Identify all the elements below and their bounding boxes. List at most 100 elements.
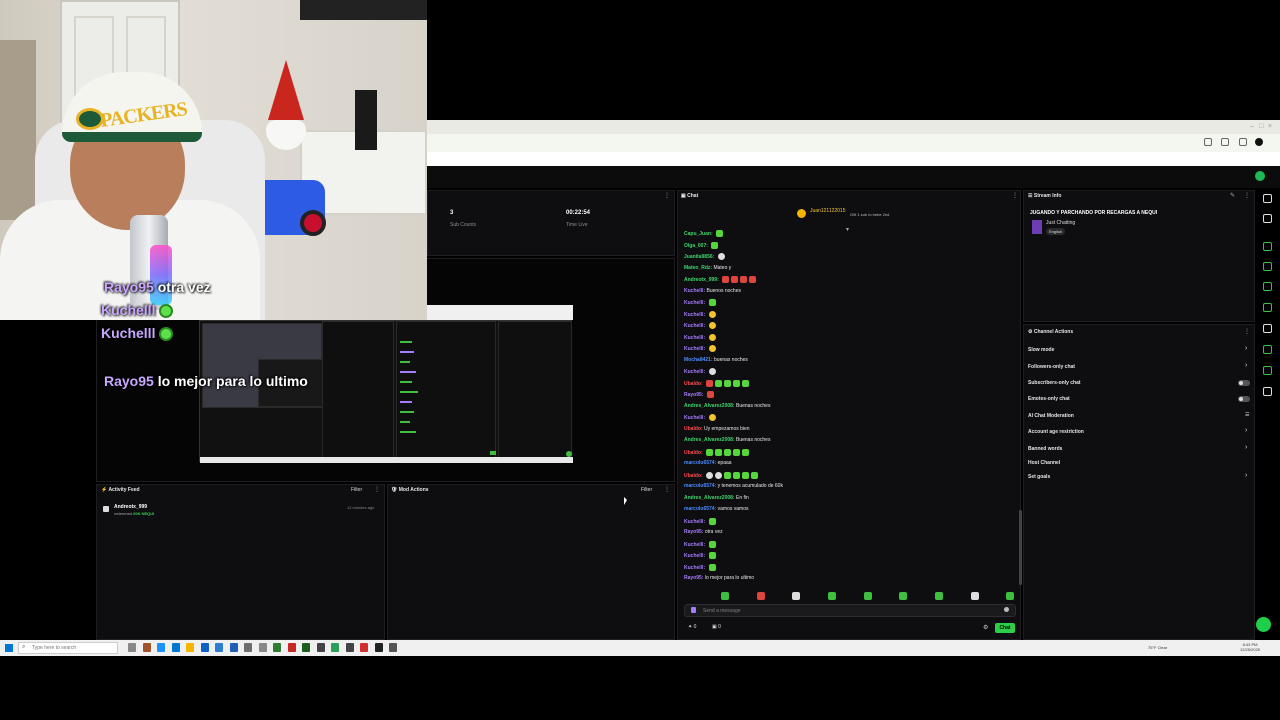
chat-message[interactable]: Ubaldo: [684, 379, 749, 387]
taskbar-app-icon[interactable] [128, 643, 136, 652]
chat-message[interactable]: Kuchelll: [684, 563, 716, 571]
chat-username[interactable]: Andres_Alvarez2008: [684, 403, 736, 409]
chat-message[interactable]: Kuchelll: [684, 310, 716, 318]
taskbar-app-icon[interactable] [389, 643, 397, 652]
channel-actions-menu-icon[interactable]: ⋮ [1244, 328, 1250, 335]
channel-action-item[interactable]: Followers-only chat [1028, 364, 1075, 370]
stream-category[interactable]: Just Chatting [1046, 220, 1075, 226]
maximize-button[interactable]: □ [1259, 123, 1263, 130]
chat-username[interactable]: marcolu6574: [684, 483, 718, 489]
chat-username[interactable]: Kuchelll: [684, 323, 707, 329]
taskbar-app-icon[interactable] [273, 643, 281, 652]
edit-stream-info-icon[interactable]: ✎ [1230, 192, 1235, 199]
chat-message[interactable]: Rayo95: lo mejor para lo ultimo [684, 575, 754, 581]
activity-item-name[interactable]: Andreotx_999 [114, 504, 147, 510]
chat-username[interactable]: Juanita9856: [684, 254, 716, 260]
chevron-right-icon[interactable]: › [1245, 345, 1247, 352]
chat-username[interactable]: Olga_007: [684, 242, 709, 248]
quick-emote-icon[interactable] [935, 592, 943, 600]
chat-scrollbar[interactable] [1019, 510, 1022, 585]
minimize-button[interactable]: – [1250, 123, 1254, 130]
chat-message[interactable]: Kuchelll: [684, 414, 716, 421]
taskbar-app-icon[interactable] [186, 643, 194, 652]
rail-chat-icon[interactable] [1263, 303, 1272, 312]
chat-username[interactable]: Kuchelll: [684, 415, 707, 421]
start-button[interactable] [5, 644, 13, 652]
stats-menu-icon[interactable]: ⋮ [664, 192, 670, 199]
chat-badge-icon[interactable] [691, 607, 696, 613]
quick-emote-icon[interactable] [828, 592, 836, 600]
taskbar-app-icon[interactable] [360, 643, 368, 652]
chevron-right-icon[interactable]: › [1245, 427, 1247, 434]
chat-message[interactable]: Andres_Alvarez2008: Buenas noches [684, 437, 770, 443]
taskbar-app-icon[interactable] [200, 643, 209, 652]
rail-clip-icon[interactable] [1263, 282, 1272, 291]
taskbar-weather[interactable]: 75°F Clear [1148, 645, 1167, 650]
chat-message[interactable]: Andres_Alvarez2008: En fin [684, 495, 749, 501]
chevron-right-icon[interactable]: › [1245, 444, 1247, 451]
chat-message[interactable]: Kuchelll: [684, 322, 716, 329]
chat-message[interactable]: Mateo_Rdz: Mateo y [684, 265, 731, 271]
user-avatar[interactable] [1255, 171, 1265, 181]
toggle-switch[interactable] [1238, 380, 1250, 386]
taskbar-app-icon[interactable] [258, 643, 267, 652]
chat-message[interactable]: Kuchelll: [684, 540, 716, 548]
taskbar-app-icon[interactable] [302, 643, 310, 652]
extensions-icon[interactable] [1221, 138, 1229, 146]
chat-message[interactable]: Kuchelll: [684, 552, 716, 559]
chat-username[interactable]: Kuchelll: [684, 369, 707, 375]
chat-message[interactable]: marcolu6574: epaaa [684, 460, 732, 466]
profile-avatar[interactable] [1255, 138, 1263, 146]
chat-message[interactable]: Olga_007: [684, 241, 719, 249]
emote-picker-icon[interactable] [1004, 607, 1009, 612]
channel-action-item[interactable]: Host Channel [1028, 460, 1060, 466]
rail-shield-icon[interactable] [1263, 242, 1272, 251]
taskbar-app-icon[interactable] [345, 643, 354, 652]
chat-username[interactable]: marcolu6574: [684, 460, 718, 466]
chat-message[interactable]: Kuchelll: [684, 368, 716, 375]
bookmark-icon[interactable] [1204, 138, 1212, 146]
chat-message[interactable]: Kuchelll: Buenos noches [684, 288, 741, 294]
chat-username[interactable]: Ubaldo: [684, 380, 704, 386]
quick-emote-icon[interactable] [971, 592, 979, 600]
rail-bolt-icon[interactable] [1263, 262, 1272, 271]
chat-username[interactable]: Ubaldo: [684, 426, 704, 432]
taskbar-app-icon[interactable] [142, 643, 151, 652]
quick-emote-icon[interactable] [1006, 592, 1014, 600]
pinned-user[interactable]: Juan121122015 [810, 208, 846, 214]
rail-layout-icon[interactable] [1263, 345, 1272, 354]
chat-message[interactable]: Rayo95: [684, 391, 714, 398]
taskbar-clock[interactable]: 8:43 PM 12/25/2025 [1240, 642, 1260, 652]
chat-message[interactable]: Kuchelll: [684, 345, 716, 352]
chat-message[interactable]: Andres_Alvarez2008: Buenas noches [684, 403, 770, 409]
chat-message[interactable]: Mocha8421: buenas noches [684, 357, 748, 363]
taskbar-app-icon[interactable] [287, 643, 296, 652]
chat-menu-icon[interactable]: ⋮ [1012, 192, 1018, 199]
taskbar-app-icon[interactable] [171, 643, 180, 652]
chat-username[interactable]: Mocha8421: [684, 357, 714, 363]
bits-count[interactable]: ▣ 0 [712, 624, 721, 630]
taskbar-app-icon[interactable] [215, 643, 223, 652]
chat-username[interactable]: Andreotx_999: [684, 277, 720, 283]
rail-info-icon[interactable] [1263, 194, 1272, 203]
chat-message[interactable]: Capu_Juan: [684, 230, 724, 237]
stream-info-menu-icon[interactable]: ⋮ [1244, 192, 1250, 199]
chat-username[interactable]: Kuchelll: [684, 564, 707, 570]
chat-settings-icon[interactable]: ⚙ [983, 624, 988, 631]
taskbar-app-icon[interactable] [316, 643, 325, 652]
chat-username[interactable]: Andres_Alvarez2008: [684, 495, 736, 501]
chat-message[interactable]: Kuchelll: [684, 517, 716, 525]
rail-add-icon[interactable] [1263, 387, 1272, 396]
taskbar-app-icon[interactable] [331, 643, 339, 652]
rail-edit-icon[interactable] [1263, 214, 1272, 223]
chat-message[interactable]: marcolu6574: vamos vamos [684, 506, 748, 512]
chat-username[interactable]: Ubaldo: [684, 449, 704, 455]
channel-action-item[interactable]: AI Chat Moderation [1028, 413, 1074, 419]
browser-address-bar[interactable] [427, 134, 1280, 152]
chat-send-button[interactable]: Chat [995, 623, 1015, 633]
chat-username[interactable]: Rayo95: [684, 392, 705, 398]
chat-message[interactable]: Ubaldo: [684, 471, 758, 479]
activity-filter-button[interactable]: Filter [351, 487, 362, 493]
chat-message[interactable]: Kuchelll: [684, 299, 716, 306]
chat-username[interactable]: Kuchelll: [684, 553, 707, 559]
